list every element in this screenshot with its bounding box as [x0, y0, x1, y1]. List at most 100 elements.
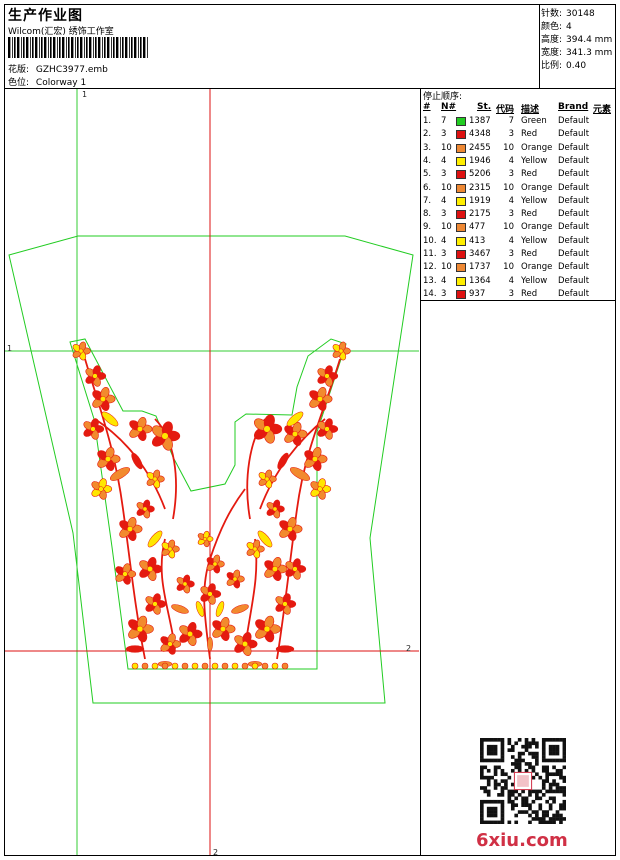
cell-code: 7 [508, 116, 514, 126]
table-row: 2. 3 4348 3 Red Default [421, 129, 615, 142]
cell-n: 10 [441, 262, 452, 273]
pattern-label: 花版: [8, 65, 30, 75]
table-row: 14. 3 937 3 Red Default [421, 289, 615, 302]
embroidery-preview: 1 1 2 2 [5, 89, 419, 857]
table-row: 7. 4 1919 4 Yellow Default [421, 196, 615, 209]
colorway-value: Colorway 1 [35, 78, 87, 88]
color-swatch [456, 210, 466, 220]
cell-i: 1. [423, 116, 432, 126]
table-row: 11. 3 3467 3 Red Default [421, 249, 615, 262]
cell-n: 3 [441, 169, 447, 180]
color-swatch [456, 143, 466, 153]
cell-st: 4348 [469, 129, 491, 140]
guide-label-h1: 1 [7, 344, 12, 353]
col-header-n: N# [441, 102, 457, 112]
cell-desc: Red [521, 209, 538, 220]
col-header-brand: Brand [558, 102, 589, 112]
hoop-outline [8, 235, 414, 704]
cell-i: 6. [423, 182, 432, 193]
floral-embroidery [72, 341, 351, 670]
table-row: 1. 7 1387 7 Green Default [421, 116, 615, 129]
cell-brand: Default [558, 262, 590, 273]
cell-n: 10 [441, 222, 452, 233]
table-row: 12. 10 1737 10 Orange Default [421, 262, 615, 275]
cell-i: 7. [423, 195, 432, 206]
cell-n: 3 [441, 249, 447, 259]
cell-i: 12. [423, 262, 437, 273]
stat-label: 颜色: [541, 22, 563, 32]
table-row: 9. 10 477 10 Orange Default [421, 222, 615, 235]
qr-code [480, 738, 566, 824]
cell-n: 4 [441, 235, 447, 246]
cell-st: 1364 [469, 275, 491, 286]
stat-value: 0.40 [566, 61, 587, 71]
cell-st: 1946 [469, 155, 491, 166]
cell-i: 5. [423, 169, 432, 180]
cell-n: 10 [441, 142, 452, 153]
design-canvas: 1 1 2 2 [5, 89, 419, 857]
cell-n: 3 [441, 129, 447, 140]
col-header-code: 代码 [496, 105, 515, 115]
cell-st: 413 [469, 235, 486, 246]
color-swatch [456, 236, 466, 246]
cell-code: 4 [508, 275, 514, 286]
pattern-value: GZHC3977.emb [35, 65, 108, 75]
cell-n: 3 [441, 209, 447, 220]
table-row: 6. 10 2315 10 Orange Default [421, 183, 615, 196]
cell-desc: Green [521, 116, 547, 126]
color-swatch [456, 263, 466, 273]
cell-n: 4 [441, 275, 447, 286]
col-header-st: St. [477, 102, 492, 112]
color-swatch [456, 156, 466, 166]
cell-brand: Default [558, 249, 590, 259]
stat-row: 针数: 30148 [541, 6, 595, 19]
cell-brand: Default [558, 169, 590, 180]
page-title: 生产作业图 [8, 8, 83, 24]
color-swatch [456, 276, 466, 286]
cell-code: 4 [508, 155, 514, 166]
col-header-desc: 描述 [521, 105, 540, 115]
cell-desc: Yellow [521, 155, 548, 166]
cell-desc: Yellow [521, 235, 548, 246]
color-swatch [456, 117, 466, 126]
cell-brand: Default [558, 116, 590, 126]
color-swatch [456, 170, 466, 180]
cell-st: 2455 [469, 142, 491, 153]
color-swatch [456, 130, 466, 140]
cell-i: 13. [423, 275, 437, 286]
stat-value: 394.4 mm [566, 35, 613, 45]
color-swatch [456, 183, 466, 193]
stat-value: 341.3 mm [566, 48, 613, 58]
stat-label: 高度: [541, 35, 563, 45]
cell-brand: Default [558, 129, 590, 140]
cell-code: 4 [508, 235, 514, 246]
cell-brand: Default [558, 235, 590, 246]
pattern-line: 花版: GZHC3977.emb [8, 62, 108, 75]
cell-brand: Default [558, 195, 590, 206]
cell-code: 3 [508, 209, 514, 220]
guide-label-v1: 1 [82, 90, 87, 99]
cell-desc: Red [521, 249, 538, 259]
cell-n: 10 [441, 182, 452, 193]
color-swatch [456, 223, 466, 233]
cell-brand: Default [558, 182, 590, 193]
cell-code: 10 [503, 222, 514, 233]
guide-label-v2: 2 [213, 848, 218, 855]
table-row: 10. 4 413 4 Yellow Default [421, 236, 615, 249]
cell-st: 2175 [469, 209, 491, 220]
cell-code: 3 [508, 288, 514, 299]
cell-desc: Red [521, 169, 538, 180]
table-row: 8. 3 2175 3 Red Default [421, 209, 615, 222]
cell-i: 14. [423, 288, 437, 299]
cell-st: 1737 [469, 262, 491, 273]
colorway-label: 色位: [8, 78, 30, 88]
barcode-image [8, 37, 148, 58]
cell-st: 3467 [469, 249, 491, 259]
stat-label: 针数: [541, 9, 563, 19]
cell-i: 3. [423, 142, 432, 153]
stop-sequence-title: 停止顺序: [423, 92, 463, 102]
table-row: 3. 10 2455 10 Orange Default [421, 143, 615, 156]
stat-row: 颜色: 4 [541, 19, 572, 32]
cell-code: 10 [503, 182, 514, 193]
stat-row: 宽度: 341.3 mm [541, 45, 612, 58]
